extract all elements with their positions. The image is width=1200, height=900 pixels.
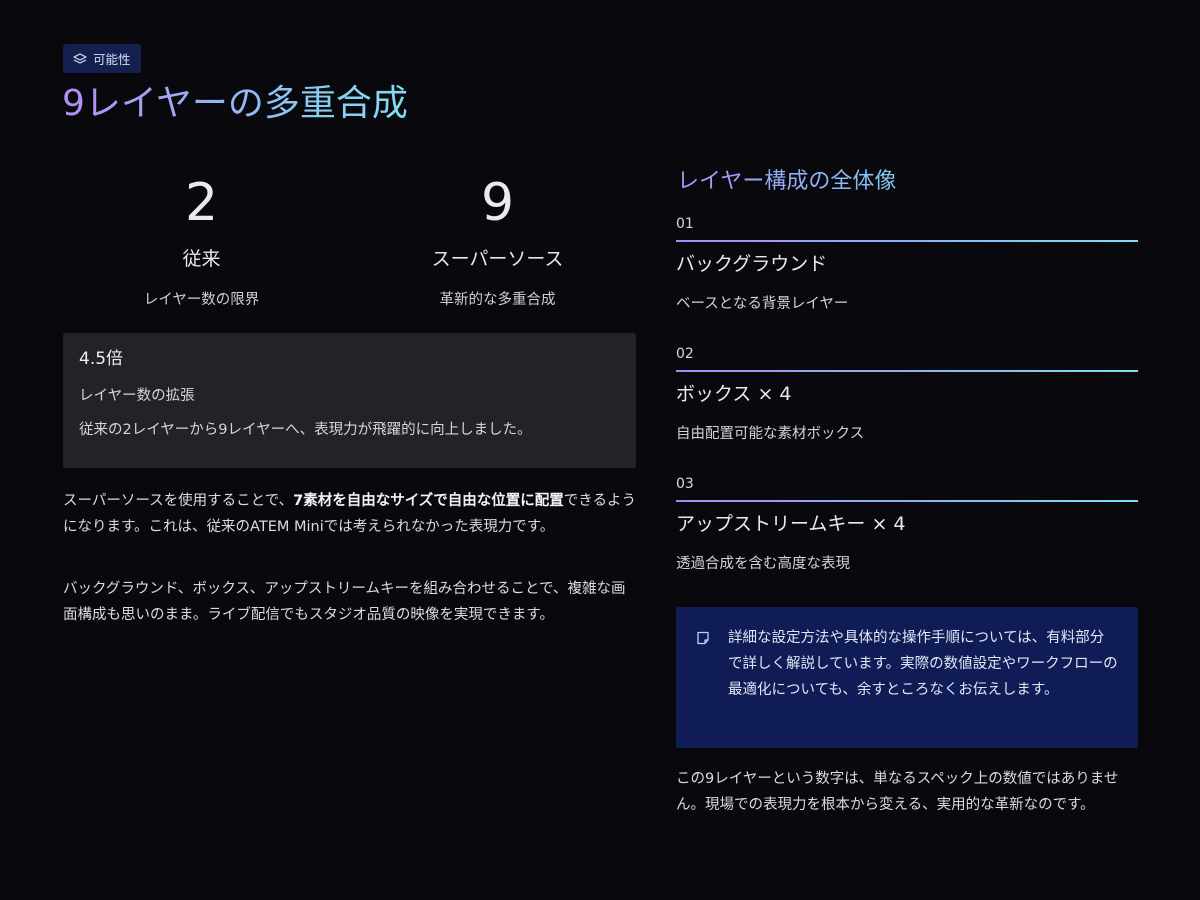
layer-name: アップストリームキー × 4 bbox=[676, 513, 906, 535]
highlight-card: 4.5倍 レイヤー数の拡張 従来の2レイヤーから9レイヤーへ、表現力が飛躍的に向… bbox=[63, 333, 636, 468]
note-text: 詳細な設定方法や具体的な操作手順については、有料部分で詳しく解説しています。実際… bbox=[728, 630, 1118, 698]
layer-name: ボックス × 4 bbox=[676, 383, 792, 405]
stat-label: スーパーソース bbox=[431, 248, 564, 270]
stats-row: 2 従来 レイヤー数の限界 9 スーパーソース 革新的な多重合成 bbox=[63, 170, 636, 320]
note-icon bbox=[696, 630, 710, 649]
stat-number: 2 bbox=[184, 173, 219, 233]
badge-label: 可能性 bbox=[93, 52, 131, 67]
stat-label: 従来 bbox=[182, 248, 221, 270]
highlight-description: 従来の2レイヤーから9レイヤーへ、表現力が飛躍的に向上しました。 bbox=[79, 422, 532, 438]
layer-number: 01 bbox=[676, 216, 694, 232]
layer-description: ベースとなる背景レイヤー bbox=[676, 296, 849, 312]
layer-description: 自由配置可能な素材ボックス bbox=[676, 426, 865, 442]
stat-legacy: 2 従来 レイヤー数の限界 bbox=[63, 170, 340, 312]
stat-number: 9 bbox=[480, 173, 515, 233]
layer-number: 03 bbox=[676, 476, 694, 492]
layer-divider bbox=[676, 500, 1138, 502]
category-badge: 可能性 bbox=[63, 44, 141, 73]
layer-item-upstream-key: 03 アップストリームキー × 4 透過合成を含む高度な表現 bbox=[676, 472, 1138, 576]
layer-name: バックグラウンド bbox=[676, 253, 828, 275]
highlight-title: 4.5倍 bbox=[79, 349, 124, 369]
intro-paragraph: スーパーソースを使用することで、7素材を自由なサイズで自由な位置に配置できるよう… bbox=[63, 488, 636, 540]
stat-caption: 革新的な多重合成 bbox=[439, 292, 556, 308]
highlight-subtitle: レイヤー数の拡張 bbox=[79, 388, 195, 404]
stat-supersource: 9 スーパーソース 革新的な多重合成 bbox=[359, 170, 636, 312]
info-note: 詳細な設定方法や具体的な操作手順については、有料部分で詳しく解説しています。実際… bbox=[676, 607, 1138, 748]
layer-divider bbox=[676, 240, 1138, 242]
layers-icon bbox=[73, 52, 87, 65]
layer-number: 02 bbox=[676, 346, 694, 362]
layer-item-background: 01 バックグラウンド ベースとなる背景レイヤー bbox=[676, 212, 1138, 316]
layer-item-box: 02 ボックス × 4 自由配置可能な素材ボックス bbox=[676, 342, 1138, 446]
stat-caption: レイヤー数の限界 bbox=[143, 292, 260, 308]
page-title: 9レイヤーの多重合成 bbox=[62, 78, 408, 130]
layer-description: 透過合成を含む高度な表現 bbox=[676, 556, 850, 572]
intro-emphasis: 7素材を自由なサイズで自由な位置に配置 bbox=[293, 493, 564, 509]
structure-heading: レイヤー構成の全体像 bbox=[677, 164, 896, 200]
layer-divider bbox=[676, 370, 1138, 372]
page: 可能性 9レイヤーの多重合成 2 従来 レイヤー数の限界 9 スーパーソース 革… bbox=[0, 0, 1200, 900]
intro-text: スーパーソースを使用することで、 bbox=[63, 493, 294, 509]
combination-paragraph: バックグラウンド、ボックス、アップストリームキーを組み合わせることで、複雑な画面… bbox=[63, 581, 626, 623]
closing-paragraph: この9レイヤーという数字は、単なるスペック上の数値ではありません。現場での表現力… bbox=[676, 771, 1119, 813]
